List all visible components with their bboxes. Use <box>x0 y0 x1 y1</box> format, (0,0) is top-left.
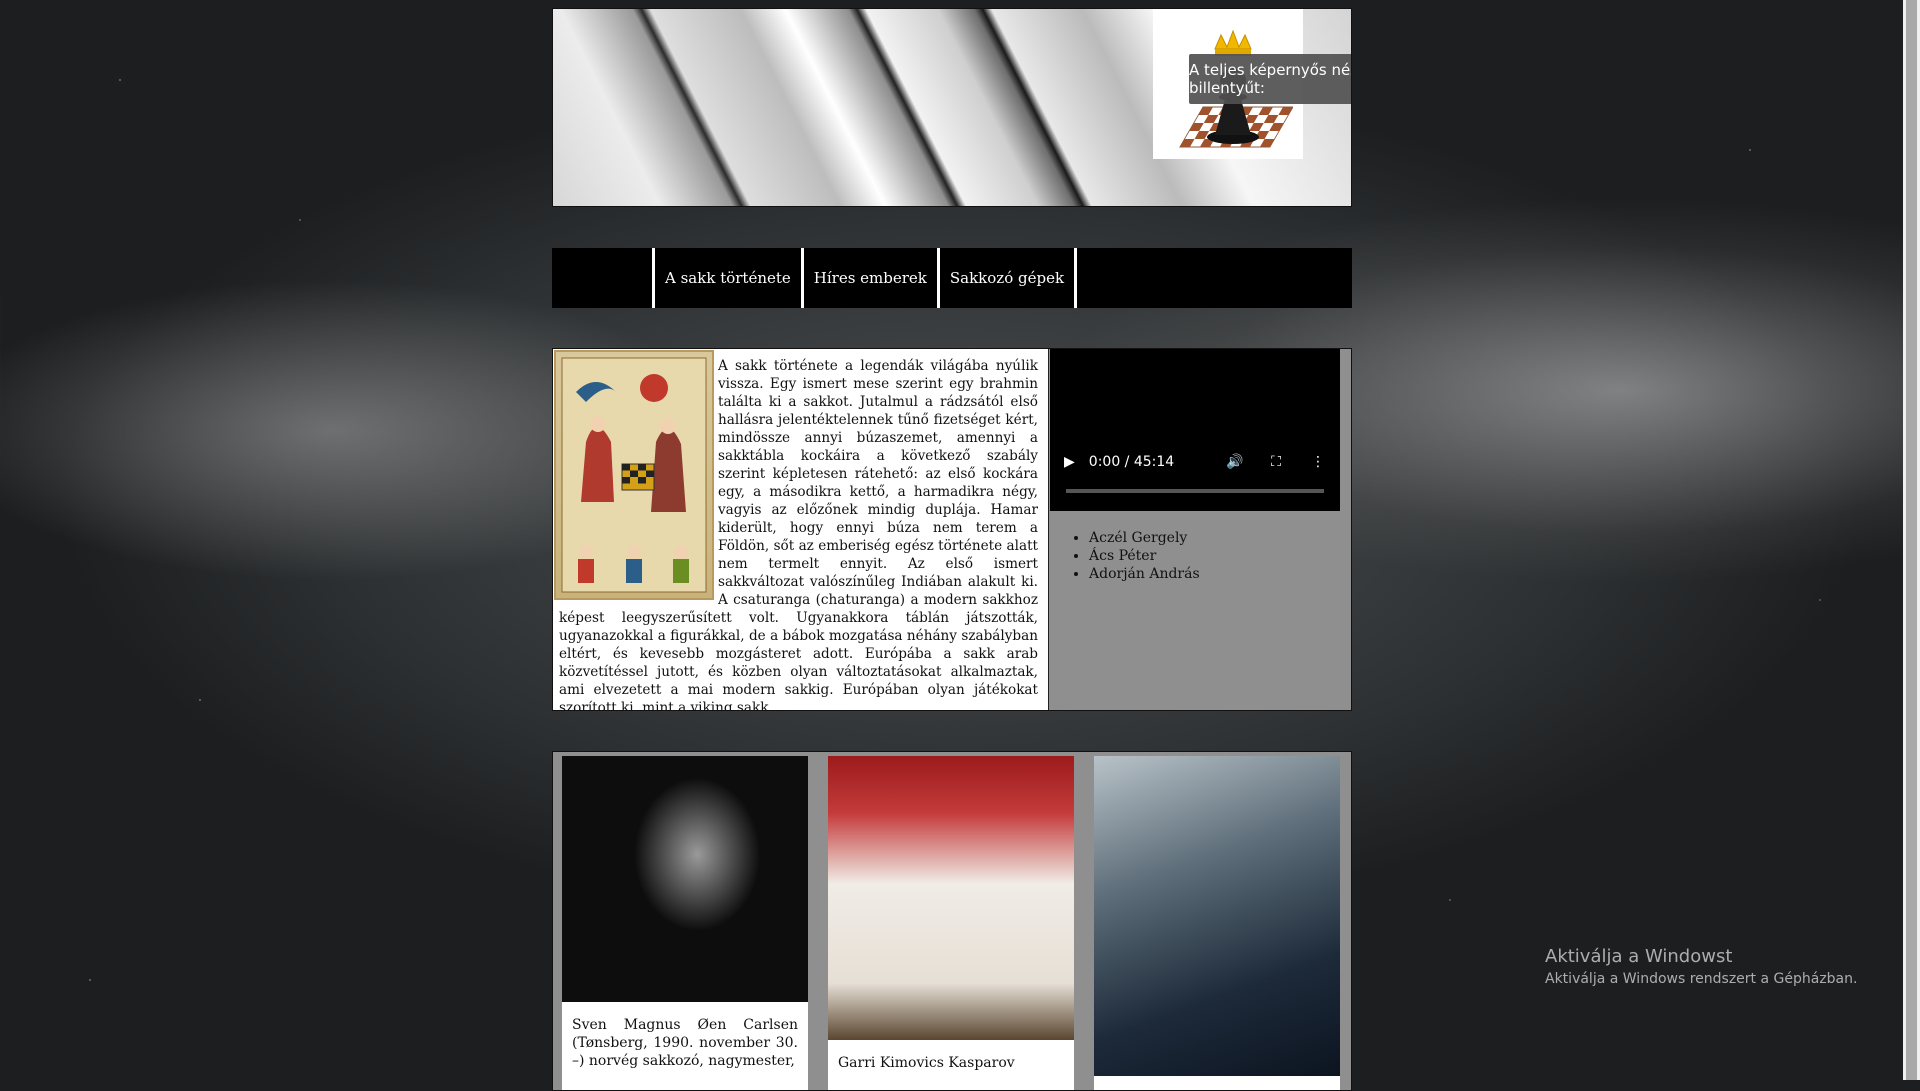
list-item: Aczél Gergely <box>1089 529 1200 547</box>
video-time: 0:00 / 45:14 <box>1088 454 1175 470</box>
fullscreen-exit-notice: A teljes képernyős nézetből való kilépés… <box>1189 54 1351 104</box>
fullscreen-icon[interactable]: ⛶ <box>1268 454 1284 470</box>
main-nav: A sakk története Híres emberek Sakkozó g… <box>552 248 1352 308</box>
famous-players-gallery: Sven Magnus Øen Carlsen (Tønsberg, 1990.… <box>552 751 1352 1091</box>
nav-item-hires-emberek[interactable]: Híres emberek <box>804 248 940 308</box>
page-wrapper: A teljes képernyős nézetből való kilépés… <box>552 8 1352 1091</box>
video-player[interactable]: ▶ 0:00 / 45:14 🔊 ⛶ ⋮ <box>1050 349 1340 511</box>
scrollbar-thumb[interactable] <box>1906 0 1917 1080</box>
fullscreen-notice-text: A teljes képernyős nézetből való kilépés… <box>1189 61 1351 97</box>
list-item: Ács Péter <box>1089 547 1200 565</box>
nav-item-sakk-tortenete[interactable]: A sakk története <box>652 248 804 308</box>
player-card <box>1094 756 1340 1090</box>
history-article: A sakk története a legendák világába nyú… <box>553 349 1048 710</box>
player-description: Sven Magnus Øen Carlsen (Tønsberg, 1990.… <box>572 1017 798 1069</box>
player-description: Garri Kimovics Kasparov <box>838 1055 1015 1071</box>
play-icon[interactable]: ▶ <box>1064 454 1075 470</box>
header-banner: A teljes képernyős nézetből való kilépés… <box>552 8 1352 207</box>
player-card: Sven Magnus Øen Carlsen (Tønsberg, 1990.… <box>562 756 808 1090</box>
watermark-subtitle: Aktiválja a Windows rendszert a Gépházba… <box>1545 971 1858 987</box>
content-row: A sakk története a legendák világába nyú… <box>552 348 1352 711</box>
player-photo <box>562 756 808 1002</box>
player-photo <box>1094 756 1340 1076</box>
windows-activation-watermark: Aktiválja a Windowst Aktiválja a Windows… <box>1545 946 1857 987</box>
page-scrollbar[interactable] <box>1903 0 1920 1080</box>
more-options-icon[interactable]: ⋮ <box>1310 454 1326 470</box>
volume-icon[interactable]: 🔊 <box>1226 454 1243 470</box>
watermark-title: Aktiválja a Windowst <box>1545 946 1733 967</box>
list-item: Adorján András <box>1089 565 1200 583</box>
player-description <box>1094 1076 1340 1090</box>
people-list: Aczél Gergely Ács Péter Adorján András <box>1071 529 1200 583</box>
video-controls: ▶ 0:00 / 45:14 🔊 ⛶ ⋮ <box>1064 454 1326 470</box>
video-progress-bar[interactable] <box>1066 489 1324 493</box>
player-card: Garri Kimovics Kasparov <box>828 756 1074 1090</box>
player-photo <box>828 756 1074 1040</box>
sidebar: ▶ 0:00 / 45:14 🔊 ⛶ ⋮ Aczél Gergely Ács P… <box>1048 349 1351 710</box>
medieval-chess-illustration <box>554 350 714 600</box>
nav-item-sakkozo-gepek[interactable]: Sakkozó gépek <box>940 248 1078 308</box>
